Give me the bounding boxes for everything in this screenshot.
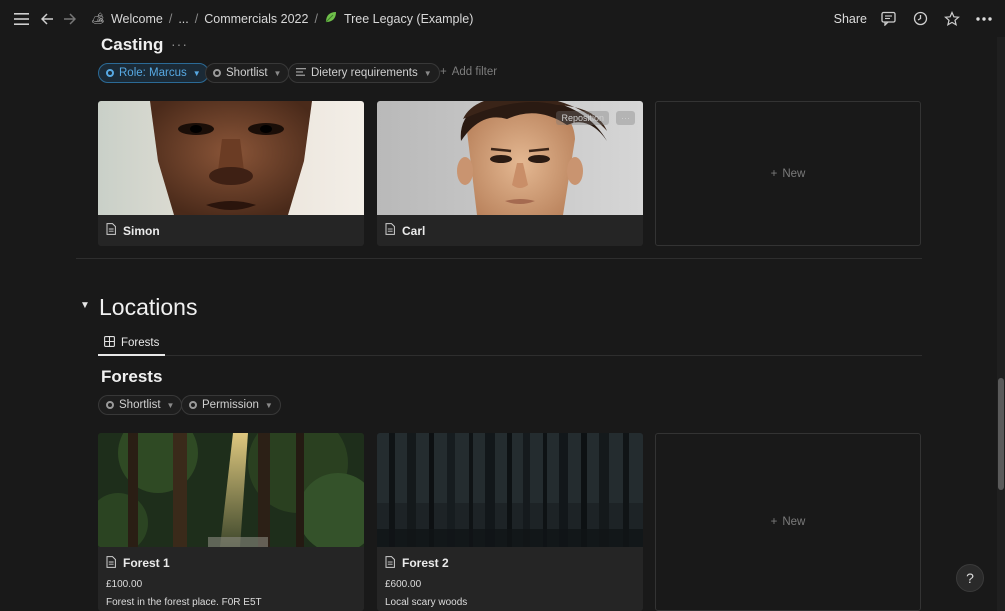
chevron-down-icon: ▼ (264, 400, 273, 410)
filter-label: Shortlist (226, 67, 268, 79)
breadcrumb-tree-legacy[interactable]: Tree Legacy (Example) (321, 10, 476, 27)
filter-dietery-chip[interactable]: Dietery requirements ▼ (288, 63, 440, 83)
card-title: Forest 2 (402, 556, 449, 570)
filter-label: Dietery requirements (311, 67, 418, 79)
section-divider (76, 258, 922, 259)
page-icon (385, 555, 395, 571)
share-button[interactable]: Share (834, 12, 867, 26)
filter-dot-icon (189, 401, 197, 409)
new-card-label: New (782, 167, 806, 180)
new-card-button[interactable]: + New (655, 101, 921, 246)
chevron-down-icon: ▼ (192, 68, 201, 78)
filter-shortlist-chip[interactable]: Shortlist ▼ (205, 63, 290, 83)
chevron-down-icon: ▼ (273, 68, 282, 78)
filter-label: Role: Marcus (119, 67, 187, 79)
comment-icon[interactable] (877, 8, 899, 30)
leaf-icon (324, 10, 338, 27)
card-description: Local scary woods (385, 597, 468, 608)
page-icon (385, 223, 395, 238)
card-title-row: Simon (98, 215, 364, 246)
card-title: Forest 1 (123, 556, 170, 570)
portrait-image (98, 101, 364, 215)
page-icon (106, 223, 116, 238)
card-title-row: Forest 2 (377, 547, 643, 579)
clock-icon[interactable] (909, 8, 931, 30)
page-icon (106, 555, 116, 571)
breadcrumb-separator: / (194, 11, 199, 26)
new-card-button[interactable]: + New (655, 433, 921, 611)
gallery-card-forest-1[interactable]: Forest 1 £100.00 Forest in the forest pl… (98, 433, 364, 611)
chevron-down-icon: ▼ (166, 400, 175, 410)
add-filter-label: Add filter (451, 66, 498, 78)
breadcrumb-label: Tree Legacy (Example) (343, 11, 474, 26)
card-title-row: Carl (377, 215, 643, 246)
plus-icon: + (770, 516, 778, 528)
forest-image (98, 433, 364, 547)
card-title-row: Forest 1 (98, 547, 364, 579)
breadcrumb: 🏕 Welcome / ... / Commercials 2022 / Tre… (88, 10, 476, 27)
breadcrumb-ellipsis[interactable]: ... (175, 12, 191, 26)
filter-dot-icon (213, 69, 221, 77)
filter-dot-icon (106, 69, 114, 77)
locations-heading: Locations (99, 294, 198, 320)
gallery-card-forest-2[interactable]: Forest 2 £600.00 Local scary woods (377, 433, 643, 611)
tab-bar-line (98, 355, 922, 356)
gallery-card-carl[interactable]: Reposition ··· Carl (377, 101, 643, 246)
text-property-icon (296, 67, 306, 79)
scrollbar-thumb[interactable] (998, 378, 1004, 490)
menu-icon[interactable] (10, 8, 32, 30)
breadcrumb-welcome[interactable]: 🏕 Welcome (88, 12, 166, 26)
filter-label: Shortlist (119, 399, 161, 411)
reposition-button[interactable]: Reposition (556, 111, 609, 125)
filter-permission-chip[interactable]: Permission ▼ (181, 395, 281, 415)
help-button[interactable]: ? (956, 564, 984, 592)
gallery-card-simon[interactable]: Simon (98, 101, 364, 246)
chevron-down-icon: ▼ (423, 68, 432, 78)
filter-role-chip[interactable]: Role: Marcus ▼ (98, 63, 209, 83)
new-card-label: New (782, 516, 806, 528)
card-description: Forest in the forest place. F0R E5T (106, 597, 262, 608)
tab-label: Forests (121, 337, 160, 349)
card-more-button[interactable]: ··· (616, 111, 635, 125)
breadcrumb-label: Commercials 2022 (204, 11, 309, 26)
forward-arrow-icon[interactable] (58, 8, 80, 30)
toggle-triangle-icon[interactable]: ▼ (80, 300, 90, 311)
scrollbar-track[interactable] (997, 37, 1005, 611)
gallery-view-icon (104, 336, 115, 350)
casting-view-title: Casting (101, 35, 164, 54)
casting-more-icon[interactable]: ··· (171, 36, 188, 52)
tab-forests[interactable]: Forests (98, 332, 166, 356)
plus-icon: + (770, 167, 778, 180)
card-price: £600.00 (385, 579, 422, 590)
card-price: £100.00 (106, 579, 143, 590)
portrait-image: Reposition ··· (377, 101, 643, 215)
filter-label: Permission (202, 399, 259, 411)
breadcrumb-separator: / (168, 11, 173, 26)
breadcrumb-label: ... (178, 11, 189, 26)
forest-image (377, 433, 643, 547)
filter-shortlist-chip[interactable]: Shortlist ▼ (98, 395, 183, 415)
card-title: Simon (123, 223, 160, 238)
add-filter-button[interactable]: + Add filter (440, 66, 497, 78)
top-bar: 🏕 Welcome / ... / Commercials 2022 / Tre… (0, 0, 1005, 37)
welcome-page-icon: 🏕 (91, 13, 105, 25)
breadcrumb-separator: / (314, 11, 318, 26)
card-title: Carl (402, 223, 426, 238)
top-right-actions: Share (834, 8, 995, 30)
plus-icon: + (440, 66, 447, 78)
forests-view-title: Forests (101, 367, 163, 386)
back-arrow-icon[interactable] (36, 8, 58, 30)
star-icon[interactable] (941, 8, 963, 30)
breadcrumb-label: Welcome (110, 11, 163, 26)
filter-dot-icon (106, 401, 114, 409)
breadcrumb-commercials[interactable]: Commercials 2022 (201, 12, 311, 26)
more-options-icon[interactable] (973, 8, 995, 30)
